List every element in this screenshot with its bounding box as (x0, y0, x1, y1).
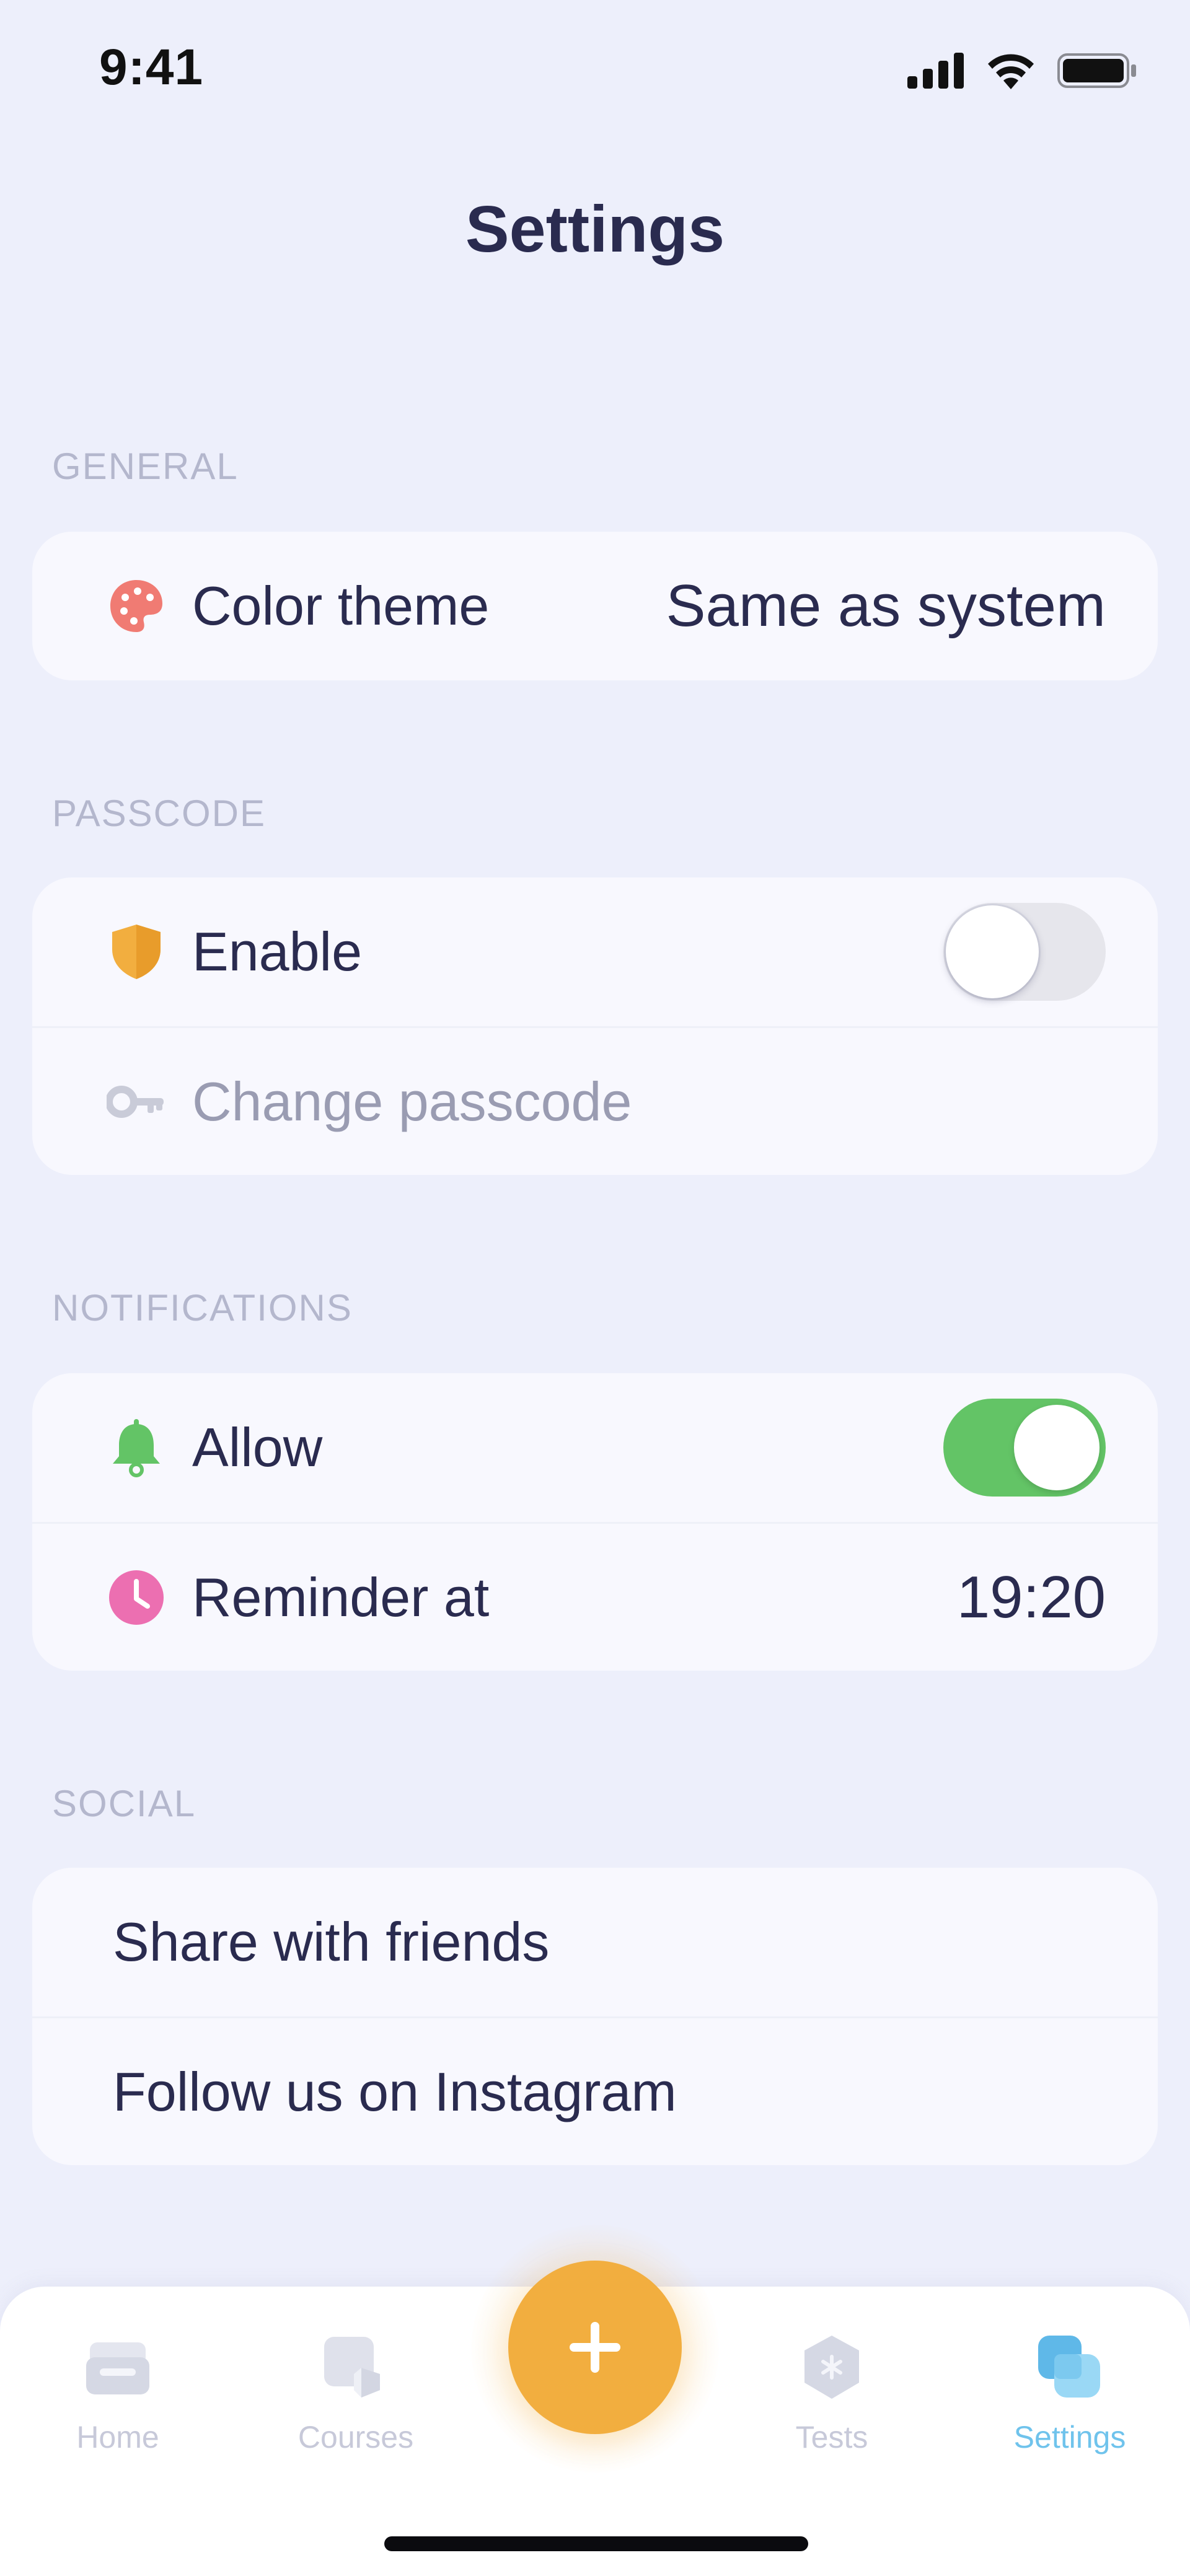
page-title: Settings (465, 193, 725, 266)
section-label-notifications: NOTIFICATIONS (52, 1287, 353, 1329)
status-icons (907, 52, 1138, 89)
tab-tests-label: Tests (795, 2420, 868, 2455)
color-theme-value[interactable]: Same as system (666, 572, 1106, 640)
reminder-row[interactable]: Reminder at 19:20 (32, 1522, 1158, 1671)
reminder-time[interactable]: 19:20 (957, 1563, 1106, 1632)
allow-notifications-row: Allow (32, 1373, 1158, 1522)
tab-home-label: Home (76, 2420, 159, 2455)
instagram-label: Follow us on Instagram (113, 2060, 677, 2122)
home-indicator (384, 2536, 808, 2551)
tab-courses-label: Courses (298, 2420, 414, 2455)
wifi-icon (988, 54, 1034, 89)
section-label-general: GENERAL (52, 446, 239, 487)
shield-icon (107, 922, 166, 982)
tab-tests[interactable]: Tests (739, 2330, 925, 2455)
home-icon (25, 2330, 211, 2404)
instagram-row[interactable]: Follow us on Instagram (32, 2016, 1158, 2165)
tab-settings[interactable]: Settings (977, 2330, 1163, 2455)
reminder-label: Reminder at (192, 1566, 490, 1628)
battery-icon (1057, 53, 1136, 88)
passcode-card: Enable Change passcode (32, 877, 1158, 1175)
share-row[interactable]: Share with friends (32, 1868, 1158, 2016)
toggle-knob (946, 905, 1039, 998)
tab-home[interactable]: Home (25, 2330, 211, 2455)
bell-icon (107, 1418, 166, 1477)
section-label-social: SOCIAL (52, 1783, 196, 1824)
color-theme-label: Color theme (192, 575, 490, 636)
passcode-toggle[interactable] (943, 903, 1106, 1001)
color-theme-row[interactable]: Color theme Same as system (32, 532, 1158, 680)
tests-icon (739, 2330, 925, 2404)
courses-icon (263, 2330, 449, 2404)
status-time: 9:41 (99, 39, 204, 95)
general-card: Color theme Same as system (32, 532, 1158, 680)
change-passcode-row[interactable]: Change passcode (32, 1026, 1158, 1175)
share-label: Share with friends (113, 1911, 550, 1972)
enable-passcode-row: Enable (32, 877, 1158, 1026)
social-card: Share with friends Follow us on Instagra… (32, 1868, 1158, 2165)
change-passcode-label: Change passcode (192, 1070, 632, 1132)
notifications-toggle[interactable] (943, 1399, 1106, 1497)
tab-settings-label: Settings (1013, 2420, 1126, 2455)
enable-label: Enable (192, 921, 363, 982)
key-icon (107, 1072, 166, 1132)
signal-icon (907, 53, 964, 89)
palette-icon (107, 576, 166, 636)
section-label-passcode: PASSCODE (52, 793, 266, 834)
tab-courses[interactable]: Courses (263, 2330, 449, 2455)
allow-label: Allow (192, 1417, 323, 1478)
settings-tab-icon (977, 2330, 1163, 2404)
plus-icon (570, 2322, 620, 2373)
notifications-card: Allow Reminder at 19:20 (32, 1373, 1158, 1671)
add-button[interactable] (508, 2261, 682, 2434)
status-bar: 9:41 (0, 0, 1190, 149)
clock-icon (107, 1568, 166, 1627)
toggle-knob (1014, 1405, 1100, 1490)
